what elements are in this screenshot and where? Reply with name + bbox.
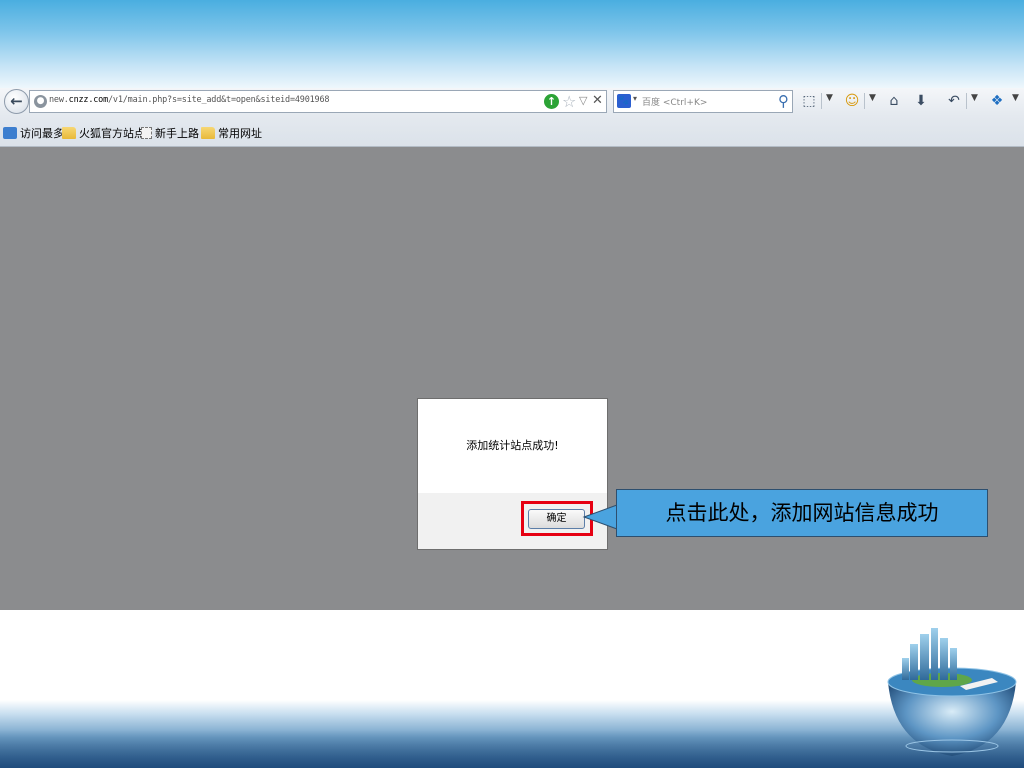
search-icon	[3, 127, 17, 139]
screenshot-icon[interactable]: ⬚	[800, 91, 818, 111]
dialog-message: 添加统计站点成功!	[466, 439, 559, 452]
bookmark-getting-started[interactable]: 新手上路	[141, 125, 199, 141]
page-icon	[141, 127, 152, 139]
save-icon[interactable]: ⬇	[912, 91, 930, 111]
bookmarks-bar: 访问最多 火狐官方站点 新手上路 常用网址	[0, 116, 1024, 147]
bookmark-label: 新手上路	[155, 127, 199, 140]
folder-icon	[62, 127, 76, 139]
bookmark-label: 火狐官方站点	[79, 127, 145, 140]
address-bar[interactable]: ● new.cnzz.com/v1/main.php?s=site_add&t=…	[29, 90, 607, 113]
bookmark-star-icon[interactable]: ☆	[562, 92, 576, 111]
stop-icon[interactable]: ✕	[592, 93, 603, 108]
bookmark-label: 常用网址	[218, 127, 262, 140]
search-engine-dropdown-icon[interactable]: ▾	[633, 94, 637, 103]
toolbar-separator	[864, 93, 865, 109]
history-icon[interactable]: ↶	[944, 91, 964, 111]
city-globe-icon	[887, 628, 1017, 756]
site-identity-icon[interactable]: ●	[34, 95, 47, 108]
bookmark-official-site[interactable]: 火狐官方站点	[62, 125, 145, 141]
instruction-callout: 点击此处，添加网站信息成功	[616, 489, 988, 537]
folder-icon	[201, 127, 215, 139]
search-placeholder[interactable]: 百度 <Ctrl+K>	[642, 95, 707, 108]
chevron-down-icon[interactable]: ▼	[869, 93, 876, 103]
chevron-down-icon[interactable]: ▼	[1012, 93, 1019, 103]
baidu-icon[interactable]: 🐾	[617, 94, 631, 108]
dropdown-icon[interactable]: ▽	[579, 94, 587, 107]
search-bar[interactable]: 🐾 ▾ 百度 <Ctrl+K> ⚲	[613, 90, 793, 113]
search-icon[interactable]: ⚲	[778, 92, 789, 110]
bookmark-label: 访问最多	[20, 127, 64, 140]
addons-icon[interactable]: ❖	[988, 91, 1006, 111]
chevron-down-icon[interactable]: ▼	[826, 93, 833, 103]
bookmark-most-visited[interactable]: 访问最多	[3, 125, 64, 141]
go-icon[interactable]: ↑	[544, 94, 559, 109]
home-icon[interactable]: ⌂	[885, 91, 903, 111]
back-arrow-icon[interactable]: ←	[4, 89, 29, 114]
chevron-down-icon[interactable]: ▼	[971, 93, 978, 103]
url-text[interactable]: new.cnzz.com/v1/main.php?s=site_add&t=op…	[49, 95, 330, 105]
slide-header-gradient	[0, 0, 1024, 88]
browser-toolbar: ← ● new.cnzz.com/v1/main.php?s=site_add&…	[0, 88, 1024, 116]
toolbar-separator	[966, 93, 967, 109]
bookmark-common-sites[interactable]: 常用网址	[201, 125, 262, 141]
smiley-icon[interactable]: ☺	[843, 91, 861, 111]
dialog-body: 添加统计站点成功!	[418, 399, 607, 493]
slide-footer-wave	[0, 730, 1024, 768]
toolbar-separator	[821, 93, 822, 109]
